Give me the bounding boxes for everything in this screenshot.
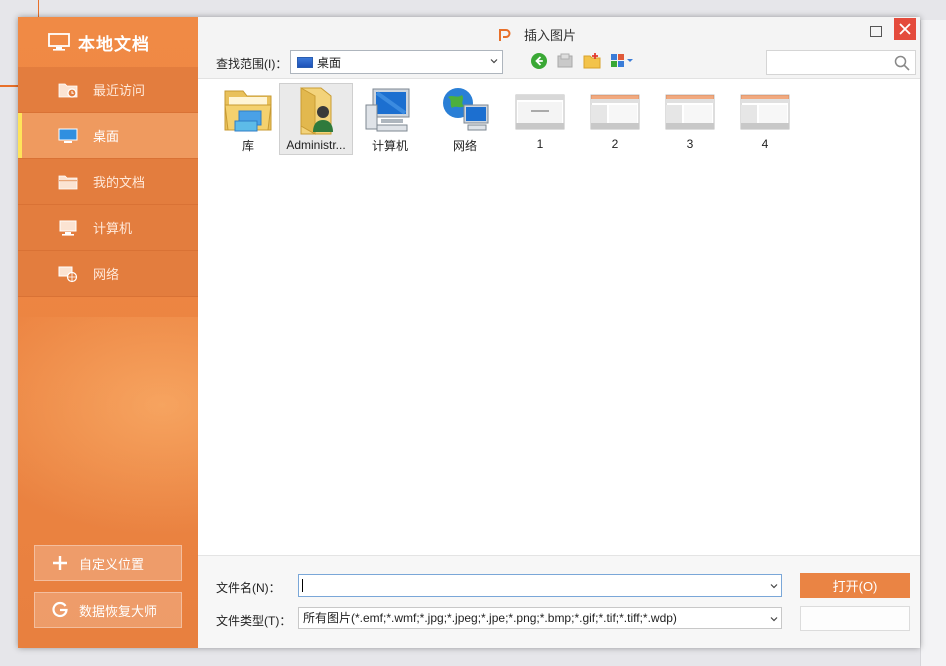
window-title: 插入图片 xyxy=(498,25,576,44)
file-item-label: 4 xyxy=(761,137,769,151)
background-accent-line xyxy=(38,0,39,18)
network-icon xyxy=(58,266,78,282)
cancel-button[interactable] xyxy=(800,606,910,631)
recent-folder-icon xyxy=(58,83,78,98)
chevron-down-icon xyxy=(770,617,778,622)
custom-location-button[interactable]: 自定义位置 xyxy=(34,545,182,581)
slide-thumbnail-icon xyxy=(665,94,715,130)
desktop-icon xyxy=(297,56,313,68)
look-in-select[interactable]: 桌面 xyxy=(290,50,503,74)
look-in-value: 桌面 xyxy=(317,55,342,70)
data-recovery-button[interactable]: 数据恢复大师 xyxy=(34,592,182,628)
file-item-label: 库 xyxy=(241,139,254,153)
recovery-icon xyxy=(52,601,68,618)
sidebar-title-label: 本地文档 xyxy=(78,34,150,54)
file-item-label: 计算机 xyxy=(371,139,408,153)
slide-thumbnail-icon xyxy=(515,94,565,130)
computer-icon xyxy=(365,88,410,132)
sidebar-item-label: 网络 xyxy=(93,267,120,282)
new-folder-icon[interactable] xyxy=(583,52,601,70)
sidebar-item-label: 最近访问 xyxy=(93,83,146,98)
sidebar-title: 本地文档 xyxy=(18,17,198,67)
file-item-image-4[interactable]: 4 xyxy=(728,83,802,155)
chevron-down-icon xyxy=(490,59,498,64)
file-item-label: 2 xyxy=(611,137,619,151)
slide-thumbnail-icon xyxy=(740,94,790,130)
sidebar-item-label: 桌面 xyxy=(93,129,120,144)
window-title-label: 插入图片 xyxy=(524,28,577,43)
file-list: 库 Administr... 计算机 网络 1 2 3 4 xyxy=(198,80,920,555)
sidebar-item-desktop[interactable]: 桌面 xyxy=(18,113,198,159)
insert-picture-dialog: 本地文档 最近访问 桌面 我的文档 计算机 网络 自定义位置 数据恢复大师 插入… xyxy=(18,17,920,648)
close-button[interactable] xyxy=(894,18,916,40)
file-item-administrator[interactable]: Administr... xyxy=(279,83,353,155)
file-item-computer[interactable]: 计算机 xyxy=(353,83,427,155)
file-item-image-3[interactable]: 3 xyxy=(653,83,727,155)
library-icon xyxy=(224,90,272,132)
filetype-value: 所有图片(*.emf;*.wmf;*.jpg;*.jpeg;*.jpe;*.pn… xyxy=(303,611,677,625)
filename-label: 文件名(N)： xyxy=(216,581,281,595)
monitor-icon xyxy=(48,33,70,51)
sidebar-item-computer[interactable]: 计算机 xyxy=(18,205,198,251)
user-folder-icon xyxy=(300,87,333,135)
up-folder-icon[interactable] xyxy=(556,52,574,70)
look-in-label: 查找范围(I)： xyxy=(216,57,288,71)
sidebar-menu: 最近访问 桌面 我的文档 计算机 网络 xyxy=(18,67,198,297)
file-item-network[interactable]: 网络 xyxy=(428,83,502,155)
slide-thumbnail-icon xyxy=(590,94,640,130)
text-caret xyxy=(302,579,303,593)
search-icon xyxy=(894,55,910,71)
open-button[interactable]: 打开(O) xyxy=(800,573,910,598)
file-item-label: 1 xyxy=(536,137,544,151)
data-recovery-label: 数据恢复大师 xyxy=(79,603,158,619)
sidebar-item-network[interactable]: 网络 xyxy=(18,251,198,297)
presentation-logo-icon xyxy=(499,28,511,41)
file-item-library[interactable]: 库 xyxy=(211,83,285,155)
close-icon xyxy=(899,23,911,35)
documents-folder-icon xyxy=(58,175,78,189)
file-item-label: 网络 xyxy=(452,139,477,153)
back-icon[interactable] xyxy=(530,52,548,70)
main-panel: 插入图片 查找范围(I)： 桌面 库 Administr... 计算机 网络 1… xyxy=(198,17,920,648)
file-options-bar: 文件名(N)： 打开(O) 文件类型(T)： 所有图片(*.emf;*.wmf;… xyxy=(198,555,920,648)
sidebar-item-label: 我的文档 xyxy=(93,175,146,190)
filename-input[interactable] xyxy=(298,574,782,597)
desktop-icon xyxy=(58,128,78,143)
filetype-label: 文件类型(T)： xyxy=(216,614,292,628)
filetype-select[interactable]: 所有图片(*.emf;*.wmf;*.jpg;*.jpeg;*.jpe;*.pn… xyxy=(298,607,782,629)
maximize-icon xyxy=(870,25,882,37)
file-item-label: 3 xyxy=(686,137,694,151)
network-globe-icon xyxy=(443,88,489,131)
view-menu-icon[interactable] xyxy=(610,52,636,70)
chevron-down-icon[interactable] xyxy=(770,582,778,590)
file-item-label: Administr... xyxy=(286,138,346,152)
plus-icon xyxy=(53,556,67,570)
sidebar-item-recent[interactable]: 最近访问 xyxy=(18,67,198,113)
background-side-panel xyxy=(920,20,946,666)
sidebar-item-my-documents[interactable]: 我的文档 xyxy=(18,159,198,205)
file-item-image-2[interactable]: 2 xyxy=(578,83,652,155)
maximize-button[interactable] xyxy=(864,20,888,42)
sidebar-item-label: 计算机 xyxy=(93,221,133,236)
open-button-label: 打开(O) xyxy=(832,579,878,594)
toolbar: 插入图片 查找范围(I)： 桌面 xyxy=(198,17,920,79)
file-item-image-1[interactable]: 1 xyxy=(503,83,577,155)
computer-icon xyxy=(59,220,77,236)
custom-location-label: 自定义位置 xyxy=(79,556,145,572)
search-input[interactable] xyxy=(766,50,916,75)
sidebar: 本地文档 最近访问 桌面 我的文档 计算机 网络 自定义位置 数据恢复大师 xyxy=(18,17,198,648)
